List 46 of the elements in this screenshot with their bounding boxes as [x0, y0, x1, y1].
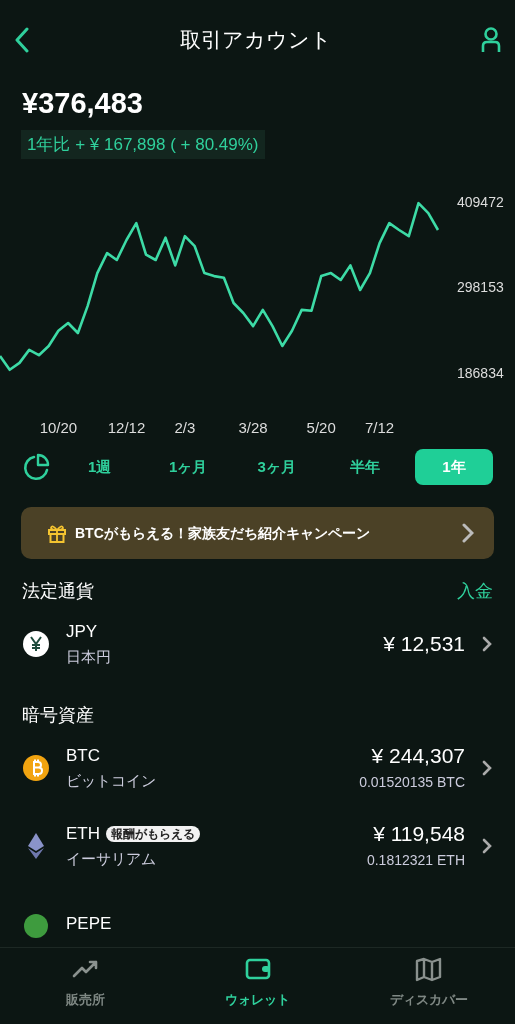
chevron-right-icon [481, 837, 493, 855]
asset-amount: 0.1812321 ETH [366, 851, 465, 871]
asset-value: ¥ 244,307 [370, 742, 465, 769]
nav-tab[interactable]: ディスカバー [343, 948, 515, 1024]
total-balance: ¥376,483 [21, 86, 144, 121]
section-title: 法定通貨 [22, 579, 94, 603]
deposit-link[interactable]: 入金 [457, 577, 493, 605]
range-tab[interactable]: 1週 [60, 449, 139, 485]
asset-name: イーサリアム [66, 850, 157, 869]
y-axis-label: 409472 [457, 193, 504, 210]
y-axis-label: 186834 [457, 364, 504, 381]
chevron-right-icon [462, 523, 474, 543]
nav-tab[interactable]: ウォレット [171, 948, 344, 1024]
bitcoin-icon [22, 754, 50, 782]
asset-value: ¥ 12,531 [383, 631, 465, 657]
asset-name: 日本円 [66, 648, 112, 667]
profile-icon[interactable] [481, 27, 501, 53]
nav-tab[interactable]: 販売所 [0, 948, 172, 1024]
x-axis-label: 3/28 [238, 419, 268, 436]
chevron-right-icon [481, 759, 493, 777]
pie-chart-icon[interactable] [22, 453, 50, 481]
x-axis-label: 12/12 [107, 419, 146, 436]
change-text: 1年比 + ¥ 167,898 ( + 80.49%) [21, 129, 265, 159]
back-icon[interactable] [14, 27, 30, 53]
campaign-banner[interactable]: BTCがもらえる！家族友だち紹介キャンペーン [21, 507, 494, 559]
asset-symbol: JPY [66, 621, 98, 643]
x-axis-label: 2/3 [174, 419, 196, 436]
asset-amount: 0.01520135 BTC [359, 773, 465, 793]
range-tab[interactable]: 1ヶ月 [149, 449, 228, 485]
page-title: 取引アカウント [179, 27, 332, 54]
yen-coin-icon [22, 630, 50, 658]
range-tab[interactable]: 半年 [326, 449, 405, 485]
section-title: 暗号資産 [22, 703, 94, 727]
gift-icon [47, 523, 67, 543]
x-axis-label: 5/20 [306, 419, 336, 436]
asset-value: ¥ 119,548 [372, 820, 465, 847]
asset-symbol: BTC [66, 745, 100, 767]
x-axis-label: 10/20 [39, 419, 78, 436]
x-axis-label: 7/12 [365, 419, 395, 436]
asset-symbol: PEPE [66, 913, 112, 935]
chevron-right-icon [481, 635, 493, 653]
reward-tag: 報酬がもらえる [106, 825, 200, 843]
y-axis-label: 298153 [457, 279, 504, 295]
asset-symbol: ETH [66, 823, 100, 845]
range-tab[interactable]: 3ヶ月 [237, 449, 316, 485]
asset-name: ビットコイン [66, 772, 157, 791]
